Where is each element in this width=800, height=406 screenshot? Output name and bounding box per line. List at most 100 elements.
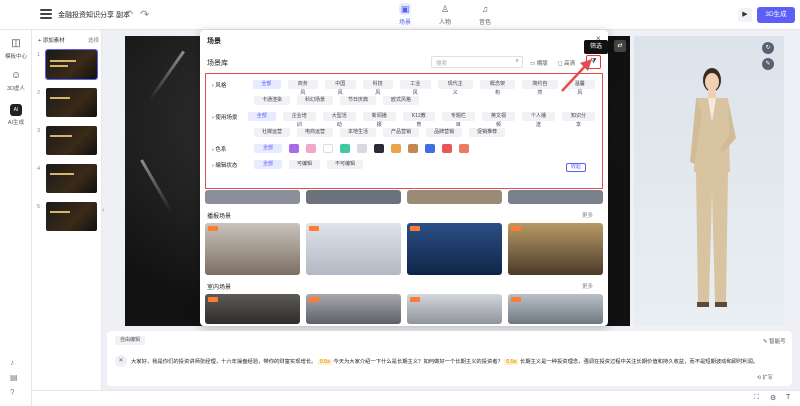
filter-chip[interactable]: 欧式风格 — [383, 96, 420, 105]
scene-card[interactable] — [306, 294, 401, 324]
tab-scene-label: 场景 — [398, 20, 411, 26]
color-swatch[interactable] — [425, 144, 435, 153]
filter-chip[interactable]: 促销推荐 — [469, 128, 506, 137]
filter-chip[interactable]: 英文视频 — [481, 112, 515, 128]
filter-label: › 编辑状态 — [212, 162, 238, 169]
script-text[interactable]: 大家好，我是你们的投资讲师张经理，十六年操盘经验，带你的财富实现增长。 0.5s… — [131, 357, 758, 365]
filter-chip[interactable]: 大型活动 — [322, 112, 356, 128]
edit-icon[interactable]: ✎ — [762, 58, 774, 70]
help-icon[interactable]: ? — [10, 388, 14, 397]
filter-chip[interactable]: 专题栏目 — [441, 112, 475, 128]
filter-chip[interactable]: 不可编辑 — [327, 160, 364, 169]
generate-button[interactable]: 3D生成 — [757, 7, 795, 23]
tab-person[interactable]: ♙ 人物 — [432, 3, 458, 26]
collapse-panel-icon[interactable]: ‹ — [102, 207, 104, 214]
filter-chip[interactable]: 产品营销 — [383, 128, 420, 137]
scene-card[interactable] — [407, 223, 502, 275]
filter-chip[interactable]: 科幻场景 — [297, 96, 334, 105]
color-swatch[interactable] — [374, 144, 384, 153]
scene-card[interactable] — [407, 294, 502, 324]
slide-thumbnail[interactable] — [46, 88, 97, 117]
document-title[interactable]: 金融投资知识分享 副本 — [58, 10, 130, 20]
filter-chip[interactable]: 本地生活 — [340, 128, 377, 137]
filter-chip[interactable]: 全部 — [247, 112, 276, 121]
pause-marker[interactable]: 0.5s — [317, 359, 332, 365]
settings-icon[interactable]: ⚙ — [770, 394, 776, 402]
text-icon[interactable]: T — [786, 394, 790, 401]
smart-write-button[interactable]: ✎ 智能写 — [763, 337, 786, 345]
filter-chip[interactable]: 工业风 — [400, 80, 431, 96]
scene-card[interactable] — [306, 223, 401, 275]
color-swatch[interactable] — [442, 144, 452, 153]
filter-chip[interactable]: 知识分享 — [562, 112, 596, 128]
edit-mode-tag[interactable]: 自由编辑 — [115, 336, 146, 345]
undo-icon[interactable]: ↶ — [124, 8, 133, 21]
filter-chip[interactable]: 科技风 — [362, 80, 394, 96]
filter-chip[interactable]: 现代主义 — [437, 80, 473, 96]
filter-chip[interactable]: 中国风 — [325, 80, 356, 96]
filter-chip[interactable]: 品牌营销 — [426, 128, 463, 137]
play-button[interactable]: ▶ — [738, 8, 752, 22]
redo-icon[interactable]: ↷ — [140, 8, 149, 21]
color-swatch[interactable] — [323, 144, 333, 153]
filter-chip[interactable]: 概念架构 — [479, 80, 516, 96]
scene-card[interactable] — [508, 190, 603, 204]
rail-item-ai[interactable]: AI AI生成 — [0, 104, 32, 126]
refresh-icon[interactable]: ↻ — [762, 42, 774, 54]
tab-scene[interactable]: ▣ 场景 — [392, 3, 418, 26]
filter-chip[interactable]: 全部 — [252, 80, 281, 89]
color-swatch[interactable] — [357, 144, 367, 153]
avatar-icon: ☺ — [10, 70, 22, 81]
filter-chip[interactable]: 社媒运营 — [254, 128, 291, 137]
scene-card[interactable] — [306, 190, 401, 204]
mute-icon[interactable]: ✕ — [115, 355, 127, 367]
scene-card[interactable] — [407, 190, 502, 204]
menu-icon[interactable] — [40, 9, 52, 19]
filter-chip[interactable]: 商务风 — [287, 80, 319, 96]
filter-chip[interactable]: 电商运营 — [297, 128, 334, 137]
scene-card[interactable] — [205, 223, 300, 275]
filter-chip[interactable]: 节日庆典 — [340, 96, 377, 105]
slide-thumbnail[interactable] — [46, 202, 97, 231]
filter-chip[interactable]: 卡通渲染 — [254, 96, 291, 105]
filter-chip[interactable]: 全部 — [254, 160, 282, 169]
filter-chip[interactable]: 可编辑 — [289, 160, 321, 169]
collapse-filter-button[interactable]: 收起 — [566, 163, 586, 172]
filter-chip[interactable]: 新闻播报 — [362, 112, 396, 128]
more-link[interactable]: 更多 — [582, 211, 593, 219]
rail-item-template[interactable]: ◫ 模板中心 — [0, 38, 32, 60]
doc-icon[interactable]: ▤ — [10, 373, 18, 382]
color-swatch[interactable] — [408, 144, 418, 153]
search-input[interactable]: 搜索 ⌕ — [431, 56, 523, 68]
color-swatch[interactable] — [459, 144, 469, 153]
swap-icon[interactable]: ⇄ — [614, 40, 626, 52]
rail-item-avatar[interactable]: ☺ 3D虚人 — [0, 70, 32, 92]
filter-chip[interactable]: K12教育 — [402, 112, 435, 128]
scene-card[interactable] — [508, 294, 603, 324]
more-link[interactable]: 更多 — [582, 282, 593, 290]
search-icon: ⌕ — [515, 58, 519, 64]
select-button[interactable]: 选择 — [88, 36, 99, 44]
landscape-toggle[interactable]: ▭ 横版 — [530, 59, 548, 67]
scene-card[interactable] — [205, 294, 300, 324]
color-swatch[interactable] — [391, 144, 401, 153]
color-swatch[interactable] — [289, 144, 299, 153]
extend-button[interactable]: ⟲ 扩写 — [757, 374, 773, 381]
filter-chip[interactable]: 全部 — [254, 144, 282, 153]
script-segment: 大家好，我是你们的投资讲师张经理，十六年操盘经验，带你的财富实现增长。 — [131, 359, 317, 365]
scene-card[interactable] — [508, 223, 603, 275]
scene-card[interactable] — [205, 190, 300, 204]
filter-chip[interactable]: 个人播送 — [521, 112, 555, 128]
slide-thumbnail[interactable] — [46, 164, 97, 193]
pause-marker[interactable]: 0.5s — [504, 359, 519, 365]
tab-voice[interactable]: ♫ 音色 — [472, 3, 498, 26]
add-material-button[interactable]: + 添加素材 — [38, 36, 65, 44]
filter-chip[interactable]: 简约自然 — [522, 80, 558, 96]
color-swatch[interactable] — [340, 144, 350, 153]
filter-chip[interactable]: 企业培训 — [282, 112, 316, 128]
bell-icon[interactable]: ♪ — [10, 358, 14, 367]
slide-thumbnail[interactable] — [45, 49, 98, 80]
color-swatch[interactable] — [306, 144, 316, 153]
slide-thumbnail[interactable] — [46, 126, 97, 155]
fit-icon[interactable]: ⛶ — [754, 394, 759, 402]
